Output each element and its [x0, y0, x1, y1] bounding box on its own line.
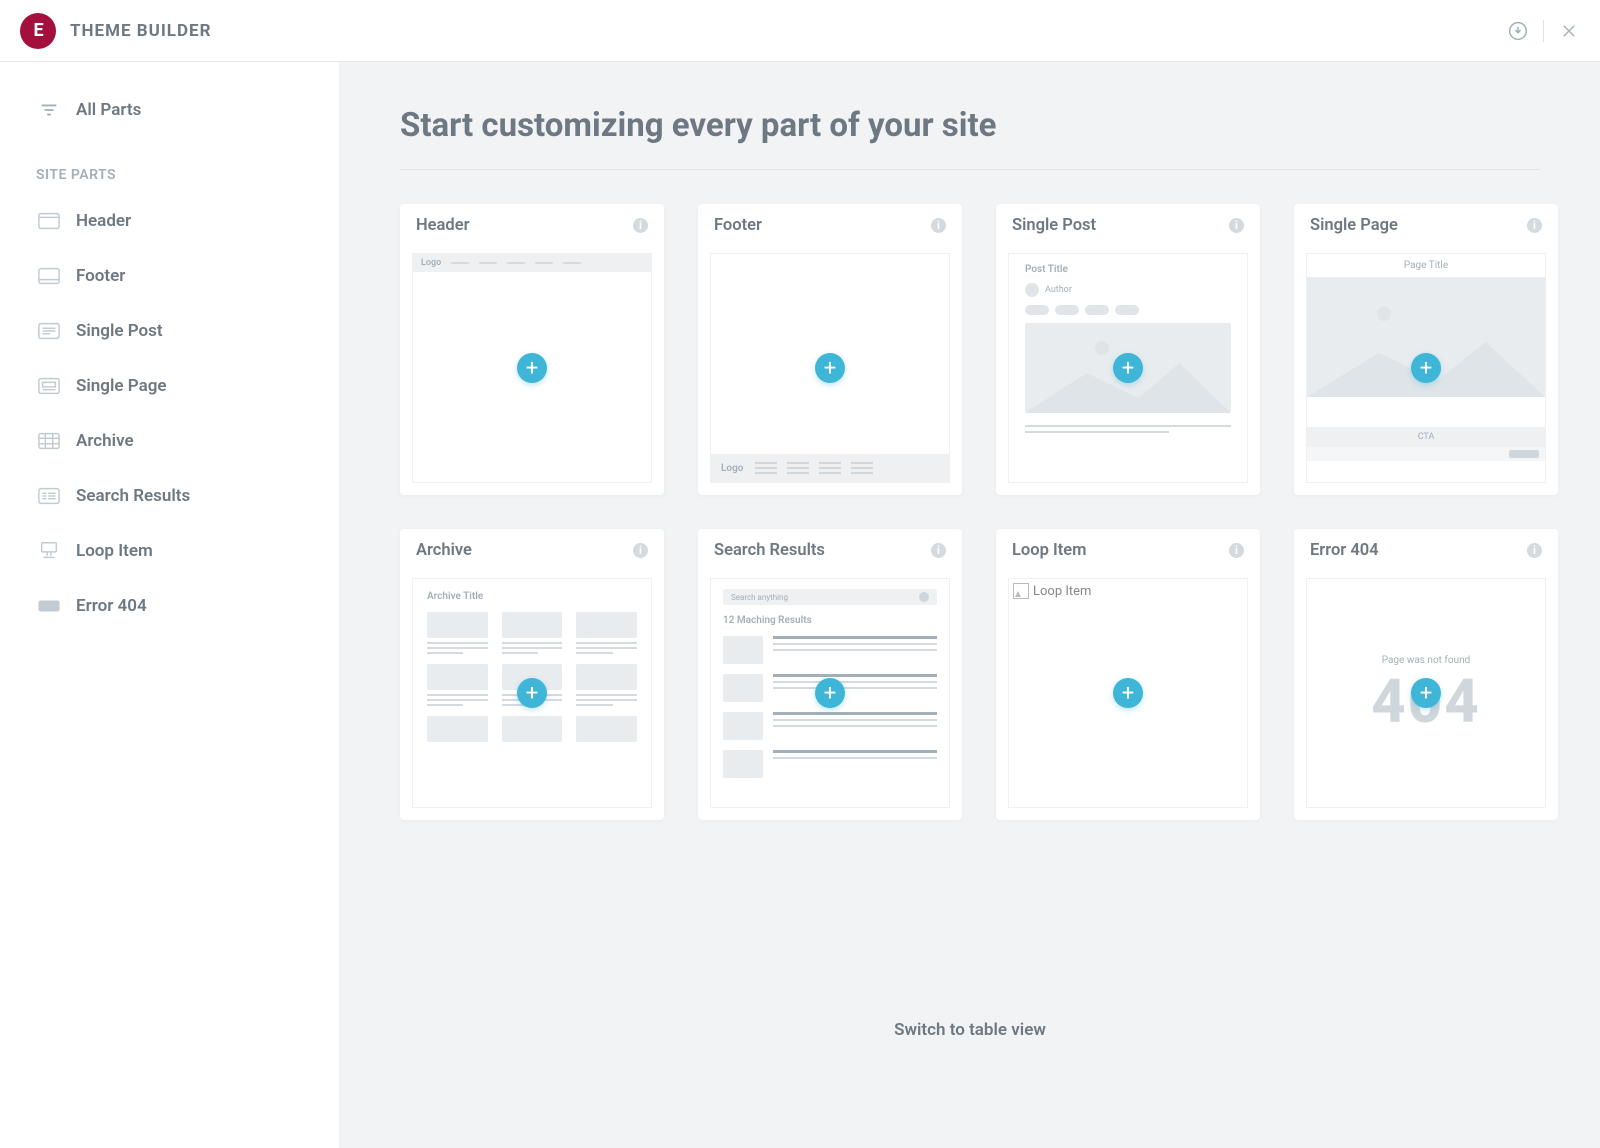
switch-to-table-view[interactable]: Switch to table view	[390, 1020, 1550, 1040]
sidebar-item-header[interactable]: Header	[0, 193, 339, 248]
info-icon[interactable]: i	[1229, 543, 1244, 558]
sidebar-item-single-post[interactable]: Single Post	[0, 303, 339, 358]
card-archive[interactable]: Archive i Archive Title	[400, 529, 664, 820]
preview-search-count: 12 Maching Results	[723, 615, 937, 626]
add-button[interactable]: +	[1411, 678, 1441, 708]
sidebar-all-parts[interactable]: All Parts	[0, 82, 339, 137]
card-title: Single Page	[1310, 216, 1398, 235]
card-title: Single Post	[1012, 216, 1096, 235]
search-results-icon	[36, 487, 62, 505]
app-title: THEME BUILDER	[70, 21, 212, 41]
sidebar-item-label: Loop Item	[76, 541, 153, 561]
preview-cta-label: CTA	[1307, 427, 1545, 447]
archive-icon	[36, 432, 62, 450]
add-button[interactable]: +	[815, 678, 845, 708]
svg-text:404: 404	[44, 604, 55, 610]
card-title: Footer	[714, 216, 762, 235]
page-title: Start customizing every part of your sit…	[400, 106, 1540, 170]
sidebar-item-label: Single Page	[76, 376, 167, 396]
card-single-post[interactable]: Single Post i Post Title Author +	[996, 204, 1260, 495]
sidebar-item-error-404[interactable]: 404 Error 404	[0, 578, 339, 633]
divider	[1543, 20, 1544, 42]
card-single-page[interactable]: Single Page i Page Title CTA +	[1294, 204, 1558, 495]
sidebar-item-label: Header	[76, 211, 131, 231]
card-title: Archive	[416, 541, 472, 560]
sidebar-item-label: Archive	[76, 431, 134, 451]
preview-page-title: Page Title	[1307, 254, 1545, 277]
loop-item-icon	[36, 541, 62, 561]
info-icon[interactable]: i	[633, 218, 648, 233]
card-loop-item[interactable]: Loop Item i Loop Item +	[996, 529, 1260, 820]
sidebar-item-label: Error 404	[76, 596, 147, 616]
add-button[interactable]: +	[815, 353, 845, 383]
sidebar-item-loop-item[interactable]: Loop Item	[0, 523, 339, 578]
add-button[interactable]: +	[517, 678, 547, 708]
card-footer[interactable]: Footer i Logo	[698, 204, 962, 495]
sidebar-item-single-page[interactable]: Single Page	[0, 358, 339, 413]
sidebar-item-footer[interactable]: Footer	[0, 248, 339, 303]
info-icon[interactable]: i	[931, 218, 946, 233]
sidebar-section-label: SITE PARTS	[0, 137, 339, 193]
info-icon[interactable]: i	[1229, 218, 1244, 233]
header-icon	[36, 212, 62, 230]
card-title: Error 404	[1310, 541, 1379, 560]
broken-image-icon	[1013, 583, 1029, 599]
info-icon[interactable]: i	[633, 543, 648, 558]
sidebar-item-label: Search Results	[76, 486, 190, 506]
footer-icon	[36, 267, 62, 285]
card-title: Loop Item	[1012, 541, 1086, 560]
preview-logo-label: Logo	[421, 258, 441, 268]
preview-author-label: Author	[1045, 285, 1072, 295]
app-logo-icon: E	[20, 13, 56, 49]
close-icon[interactable]	[1558, 20, 1580, 42]
sidebar: All Parts SITE PARTS Header Footer Singl…	[0, 62, 340, 1148]
card-title: Header	[416, 216, 470, 235]
main-content: Start customizing every part of your sit…	[340, 62, 1600, 1148]
preview-search-placeholder: Search anything	[731, 593, 788, 602]
card-error-404[interactable]: Error 404 i Page was not found 404 +	[1294, 529, 1558, 820]
add-button[interactable]: +	[1411, 353, 1441, 383]
add-button[interactable]: +	[517, 353, 547, 383]
sidebar-item-label: Single Post	[76, 321, 163, 341]
add-button[interactable]: +	[1113, 353, 1143, 383]
sidebar-item-archive[interactable]: Archive	[0, 413, 339, 468]
cards-grid: Header i Logo + Footer	[390, 204, 1550, 820]
preview-loop-placeholder: Loop Item	[1033, 584, 1091, 599]
preview-404-message: Page was not found	[1382, 655, 1471, 666]
sidebar-item-label: Footer	[76, 266, 125, 286]
sidebar-all-parts-label: All Parts	[76, 100, 141, 120]
preview-logo-label: Logo	[721, 463, 743, 474]
add-button[interactable]: +	[1113, 678, 1143, 708]
info-icon[interactable]: i	[931, 543, 946, 558]
single-post-icon	[36, 322, 62, 340]
single-page-icon	[36, 377, 62, 395]
filter-icon	[36, 99, 62, 121]
topbar: E THEME BUILDER	[0, 0, 1600, 62]
download-icon[interactable]	[1507, 20, 1529, 42]
card-title: Search Results	[714, 541, 825, 560]
card-header[interactable]: Header i Logo +	[400, 204, 664, 495]
card-search-results[interactable]: Search Results i Search anything 12 Mach…	[698, 529, 962, 820]
preview-post-title: Post Title	[1025, 264, 1231, 275]
info-icon[interactable]: i	[1527, 218, 1542, 233]
sidebar-item-search-results[interactable]: Search Results	[0, 468, 339, 523]
info-icon[interactable]: i	[1527, 543, 1542, 558]
error-404-icon: 404	[36, 599, 62, 613]
preview-archive-title: Archive Title	[427, 591, 637, 602]
